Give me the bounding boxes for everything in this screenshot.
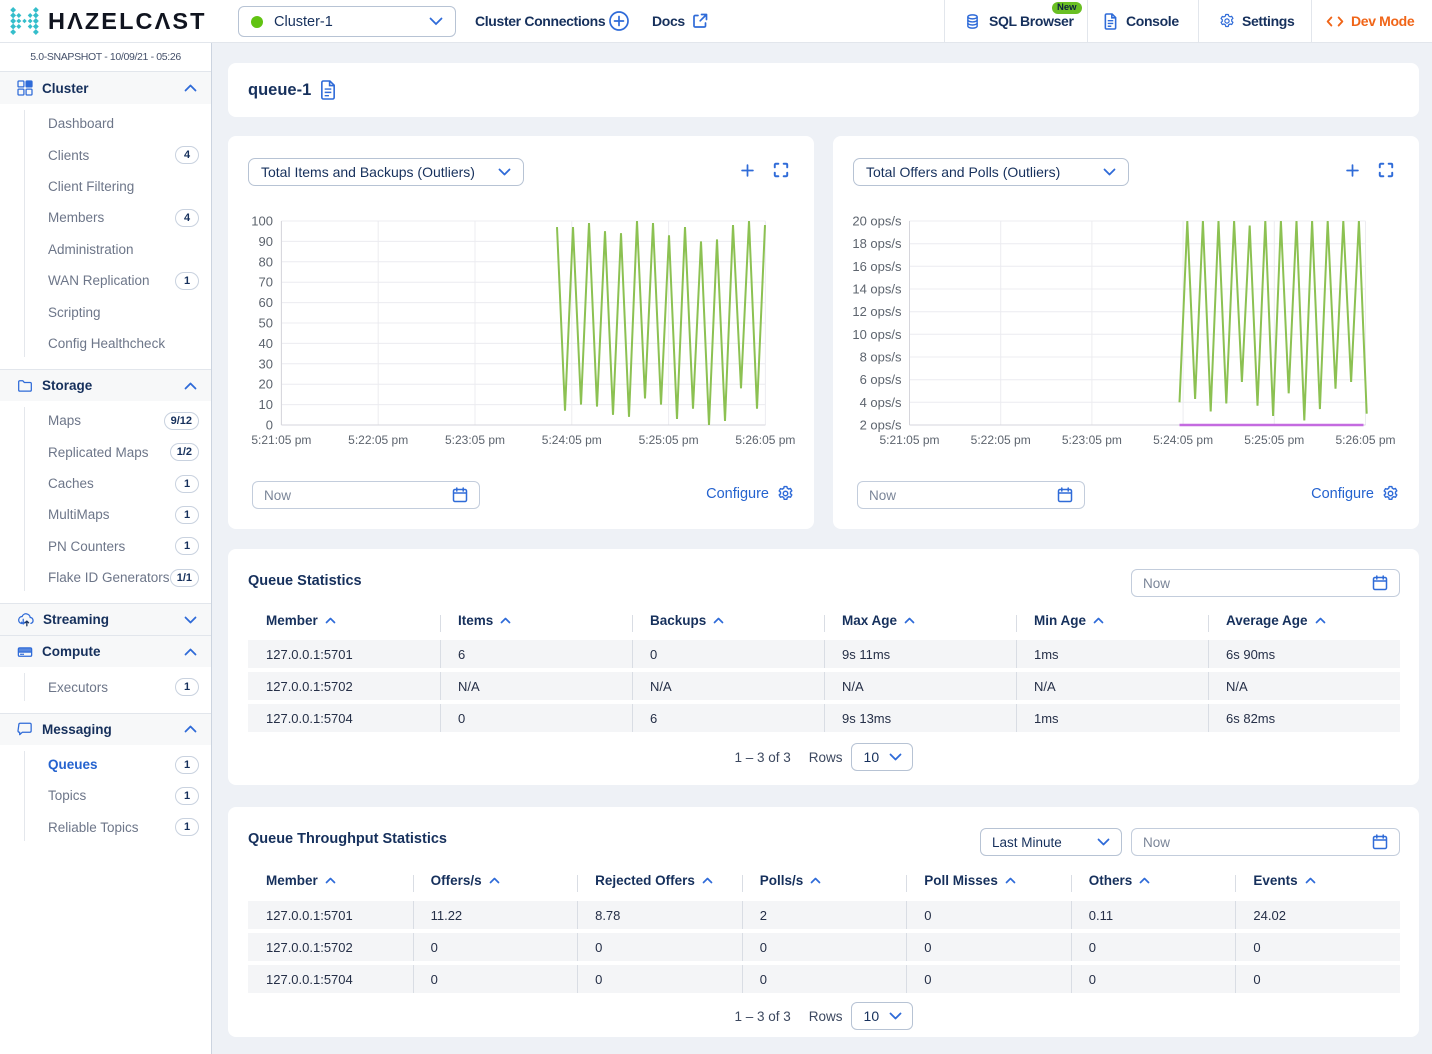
svg-text:5:22:05 pm: 5:22:05 pm (348, 433, 408, 447)
svg-text:14 ops/s: 14 ops/s (852, 282, 902, 297)
svg-text:70: 70 (259, 275, 273, 290)
svg-text:5:25:05 pm: 5:25:05 pm (1244, 433, 1304, 447)
svg-text:5:21:05 pm: 5:21:05 pm (251, 433, 311, 447)
svg-text:4 ops/s: 4 ops/s (860, 395, 902, 410)
svg-text:18 ops/s: 18 ops/s (852, 236, 902, 251)
svg-text:5:24:05 pm: 5:24:05 pm (1153, 433, 1213, 447)
svg-text:20 ops/s: 20 ops/s (852, 214, 902, 229)
svg-text:60: 60 (259, 295, 273, 310)
svg-text:5:24:05 pm: 5:24:05 pm (542, 433, 602, 447)
svg-text:5:21:05 pm: 5:21:05 pm (879, 433, 939, 447)
svg-text:16 ops/s: 16 ops/s (852, 259, 902, 274)
svg-text:8 ops/s: 8 ops/s (860, 350, 902, 365)
svg-text:10: 10 (259, 397, 273, 412)
svg-text:5:22:05 pm: 5:22:05 pm (971, 433, 1031, 447)
svg-text:12 ops/s: 12 ops/s (852, 304, 902, 319)
svg-text:10 ops/s: 10 ops/s (852, 327, 902, 342)
svg-text:40: 40 (259, 336, 273, 351)
svg-text:5:23:05 pm: 5:23:05 pm (445, 433, 505, 447)
svg-text:5:23:05 pm: 5:23:05 pm (1062, 433, 1122, 447)
svg-text:5:26:05 pm: 5:26:05 pm (1335, 433, 1395, 447)
svg-text:80: 80 (259, 254, 273, 269)
svg-text:6 ops/s: 6 ops/s (860, 372, 902, 387)
svg-text:0: 0 (266, 418, 273, 433)
svg-text:5:25:05 pm: 5:25:05 pm (639, 433, 699, 447)
svg-text:90: 90 (259, 234, 273, 249)
svg-text:2 ops/s: 2 ops/s (860, 418, 902, 433)
svg-text:50: 50 (259, 316, 273, 331)
svg-text:20: 20 (259, 377, 273, 392)
svg-text:30: 30 (259, 356, 273, 371)
svg-text:5:26:05 pm: 5:26:05 pm (735, 433, 795, 447)
svg-text:100: 100 (251, 214, 273, 229)
